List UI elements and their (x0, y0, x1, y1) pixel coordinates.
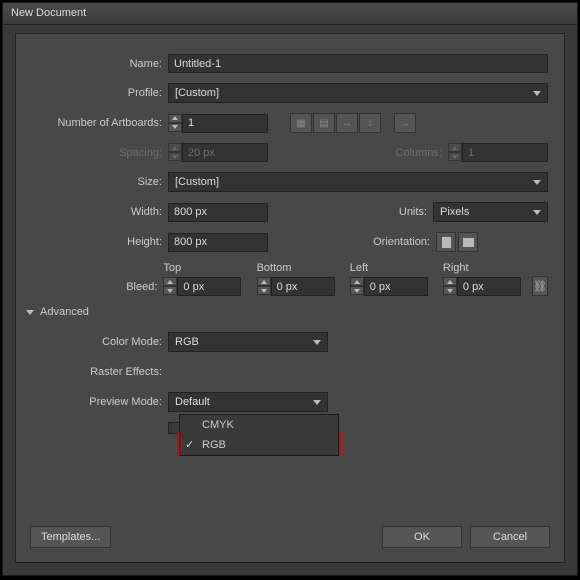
chevron-down-icon (533, 180, 541, 185)
templates-button[interactable]: Templates... (30, 526, 111, 548)
profile-label: Profile: (24, 87, 168, 99)
bleed-top-stepper[interactable] (163, 277, 246, 296)
bleed-right-input[interactable] (457, 277, 521, 296)
chevron-down-icon (313, 340, 321, 345)
size-dropdown[interactable]: [Custom] (168, 172, 548, 192)
disclosure-triangle-icon (26, 310, 34, 315)
bleed-left-label: Left (350, 262, 433, 274)
bleed-bottom-input[interactable] (271, 277, 335, 296)
portrait-icon (442, 237, 451, 248)
spacing-stepper (168, 143, 268, 162)
orientation-label: Orientation: (354, 236, 436, 248)
dialog-footer: Templates... OK Cancel (30, 526, 550, 548)
ok-button[interactable]: OK (382, 526, 462, 548)
landscape-icon (463, 238, 474, 247)
columns-label: Columns: (366, 147, 448, 159)
cancel-button[interactable]: Cancel (470, 526, 550, 548)
arrange-row-icon[interactable]: ↔ (336, 113, 358, 133)
width-input[interactable] (168, 203, 268, 222)
bleed-right-label: Right (443, 262, 526, 274)
color-mode-dropdown[interactable]: RGB (168, 332, 328, 352)
color-mode-option-rgb[interactable]: ✓ RGB (180, 435, 338, 455)
size-value: [Custom] (175, 176, 219, 188)
color-mode-value: RGB (175, 336, 199, 348)
checkmark-icon: ✓ (185, 438, 194, 451)
profile-dropdown[interactable]: [Custom] (168, 83, 548, 103)
bleed-left-input[interactable] (364, 277, 428, 296)
arrange-grid-row-icon[interactable]: ▦ (290, 113, 312, 133)
color-mode-dropdown-list[interactable]: CMYK ✓ RGB (179, 414, 339, 456)
titlebar: New Document (3, 3, 577, 25)
name-label: Name: (24, 58, 168, 70)
content-area: Name: Profile: [Custom] Number of Artboa… (16, 34, 564, 456)
arrange-col-icon[interactable]: ↕ (359, 113, 381, 133)
name-input[interactable] (168, 54, 548, 73)
advanced-section-toggle[interactable]: Advanced (26, 306, 548, 318)
width-label: Width: (24, 206, 168, 218)
spacing-input (182, 143, 268, 162)
raster-effects-label: Raster Effects: (24, 366, 168, 378)
height-label: Height: (24, 236, 168, 248)
advanced-label: Advanced (40, 306, 89, 318)
bleed-bottom-stepper[interactable] (257, 277, 340, 296)
link-icon: ⛓ (533, 280, 547, 293)
artboards-input[interactable] (182, 114, 268, 133)
bleed-right-stepper[interactable] (443, 277, 526, 296)
chevron-down-icon (313, 400, 321, 405)
window-frame: New Document Name: Profile: [Custom] Num… (2, 2, 578, 576)
arrange-rtl-icon[interactable]: → (394, 113, 416, 133)
color-mode-option-cmyk[interactable]: CMYK (180, 415, 338, 435)
units-value: Pixels (440, 206, 469, 218)
size-label: Size: (24, 176, 168, 188)
units-dropdown[interactable]: Pixels (433, 202, 548, 222)
columns-input (462, 143, 548, 162)
height-input[interactable] (168, 233, 268, 252)
artboards-label: Number of Artboards: (24, 117, 168, 129)
bleed-left-stepper[interactable] (350, 277, 433, 296)
columns-stepper (448, 143, 548, 162)
bleed-top-label: Top (163, 262, 246, 274)
bleed-bottom-label: Bottom (257, 262, 340, 274)
artboards-stepper[interactable] (168, 114, 268, 133)
orientation-landscape-button[interactable] (458, 232, 478, 252)
orientation-portrait-button[interactable] (436, 232, 456, 252)
window-title: New Document (11, 7, 86, 19)
preview-mode-value: Default (175, 396, 210, 408)
dialog-body: Name: Profile: [Custom] Number of Artboa… (15, 33, 565, 563)
preview-mode-dropdown[interactable]: Default (168, 392, 328, 412)
preview-mode-label: Preview Mode: (24, 396, 168, 408)
profile-value: [Custom] (175, 87, 219, 99)
bleed-link-button[interactable]: ⛓ (532, 276, 548, 296)
arrange-grid-col-icon[interactable]: ▤ (313, 113, 335, 133)
units-label: Units: (351, 206, 433, 218)
chevron-down-icon (533, 91, 541, 96)
bleed-top-input[interactable] (177, 277, 241, 296)
spacing-label: Spacing: (24, 147, 168, 159)
chevron-down-icon (533, 210, 541, 215)
color-mode-label: Color Mode: (24, 336, 168, 348)
bleed-label: Bleed: (24, 281, 163, 296)
